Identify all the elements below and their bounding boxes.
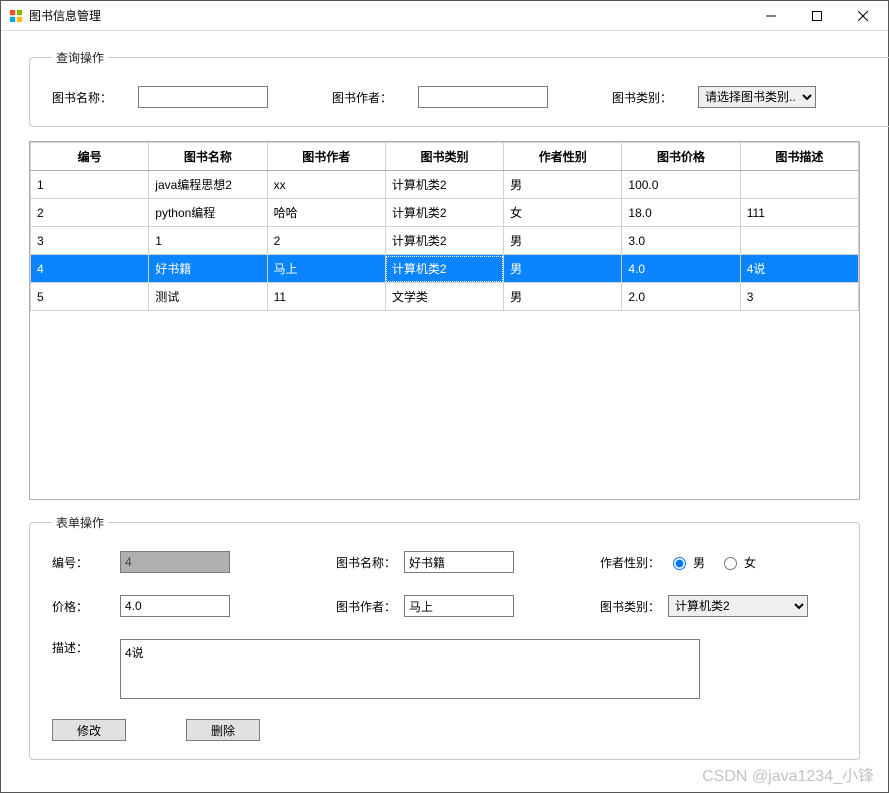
table-cell[interactable]: 4说 [740,255,858,283]
table-cell[interactable]: 2 [267,227,385,255]
column-header[interactable]: 图书价格 [622,143,740,171]
search-name-label: 图书名称： [52,89,116,106]
table-row[interactable]: 4好书籍马上计算机类2男4.04说 [31,255,859,283]
form-price-input[interactable] [120,595,230,617]
table-cell[interactable] [740,227,858,255]
form-gender-label: 作者性别： [600,554,660,571]
table-row[interactable]: 1java编程思想2xx计算机类2男100.0 [31,171,859,199]
column-header[interactable]: 图书名称 [149,143,267,171]
table-cell[interactable]: 计算机类2 [385,227,503,255]
table-cell[interactable]: 1 [31,171,149,199]
minimize-button[interactable] [748,2,794,30]
books-table[interactable]: 编号图书名称图书作者图书类别作者性别图书价格图书描述 1java编程思想2xx计… [30,142,859,311]
table-cell[interactable]: 男 [504,227,622,255]
table-cell[interactable]: 111 [740,199,858,227]
table-cell[interactable]: 计算机类2 [385,199,503,227]
app-window: 图书信息管理 查询操作 图书名称： 图书作者： 图书类别： 请选择图 [0,0,889,793]
close-button[interactable] [840,2,886,30]
table-cell[interactable]: 2.0 [622,283,740,311]
column-header[interactable]: 编号 [31,143,149,171]
table-cell[interactable]: 2 [31,199,149,227]
form-gender-radios: 男 女 [668,554,828,571]
form-category-select[interactable]: 计算机类2文学类 [668,595,808,617]
table-row[interactable]: 2python编程哈哈计算机类2女18.0111 [31,199,859,227]
table-cell[interactable]: 4.0 [622,255,740,283]
form-legend: 表单操作 [52,514,108,531]
form-group: 表单操作 编号： 图书名称： 作者性别： 男 女 价格： 图书作者： [29,514,860,760]
table-cell[interactable]: python编程 [149,199,267,227]
table-cell[interactable]: 马上 [267,255,385,283]
books-table-container: 编号图书名称图书作者图书类别作者性别图书价格图书描述 1java编程思想2xx计… [29,141,860,500]
table-cell[interactable]: 4 [31,255,149,283]
form-desc-textarea[interactable] [120,639,700,699]
table-cell[interactable]: 男 [504,255,622,283]
table-cell[interactable]: 男 [504,171,622,199]
table-cell[interactable]: 3 [31,227,149,255]
column-header[interactable]: 图书作者 [267,143,385,171]
form-name-input[interactable] [404,551,514,573]
edit-button[interactable]: 修改 [52,719,126,741]
table-cell[interactable]: xx [267,171,385,199]
search-category-select[interactable]: 请选择图书类别.. [698,86,816,108]
table-cell[interactable]: 好书籍 [149,255,267,283]
column-header[interactable]: 作者性别 [504,143,622,171]
search-author-input[interactable] [418,86,548,108]
title-bar: 图书信息管理 [1,1,888,31]
table-cell[interactable]: 5 [31,283,149,311]
form-desc-label: 描述： [52,639,112,656]
client-area: 查询操作 图书名称： 图书作者： 图书类别： 请选择图书类别.. 搜索 编号图书… [1,31,888,792]
maximize-button[interactable] [794,2,840,30]
radio-male[interactable]: 男 [668,554,705,571]
form-category-label: 图书类别： [600,598,660,615]
app-icon [9,9,23,23]
window-title: 图书信息管理 [29,7,101,24]
search-name-input[interactable] [138,86,268,108]
table-cell[interactable]: 测试 [149,283,267,311]
table-cell[interactable]: 男 [504,283,622,311]
table-cell[interactable]: java编程思想2 [149,171,267,199]
form-author-input[interactable] [404,595,514,617]
table-cell[interactable] [740,171,858,199]
search-author-label: 图书作者： [332,89,396,106]
table-cell[interactable]: 计算机类2 [385,255,503,283]
form-price-label: 价格： [52,598,112,615]
table-cell[interactable]: 3.0 [622,227,740,255]
delete-button[interactable]: 删除 [186,719,260,741]
form-author-label: 图书作者： [336,598,396,615]
form-id-label: 编号： [52,554,112,571]
column-header[interactable]: 图书类别 [385,143,503,171]
column-header[interactable]: 图书描述 [740,143,858,171]
search-legend: 查询操作 [52,49,108,66]
table-cell[interactable]: 18.0 [622,199,740,227]
table-cell[interactable]: 计算机类2 [385,171,503,199]
form-id-input [120,551,230,573]
table-row[interactable]: 312计算机类2男3.0 [31,227,859,255]
search-group: 查询操作 图书名称： 图书作者： 图书类别： 请选择图书类别.. 搜索 [29,49,889,127]
table-cell[interactable]: 11 [267,283,385,311]
table-cell[interactable]: 3 [740,283,858,311]
table-cell[interactable]: 哈哈 [267,199,385,227]
table-cell[interactable]: 100.0 [622,171,740,199]
table-cell[interactable]: 女 [504,199,622,227]
table-cell[interactable]: 1 [149,227,267,255]
radio-female[interactable]: 女 [719,554,756,571]
table-cell[interactable]: 文学类 [385,283,503,311]
table-row[interactable]: 5测试11文学类男2.03 [31,283,859,311]
search-category-label: 图书类别： [612,89,676,106]
form-name-label: 图书名称： [336,554,396,571]
